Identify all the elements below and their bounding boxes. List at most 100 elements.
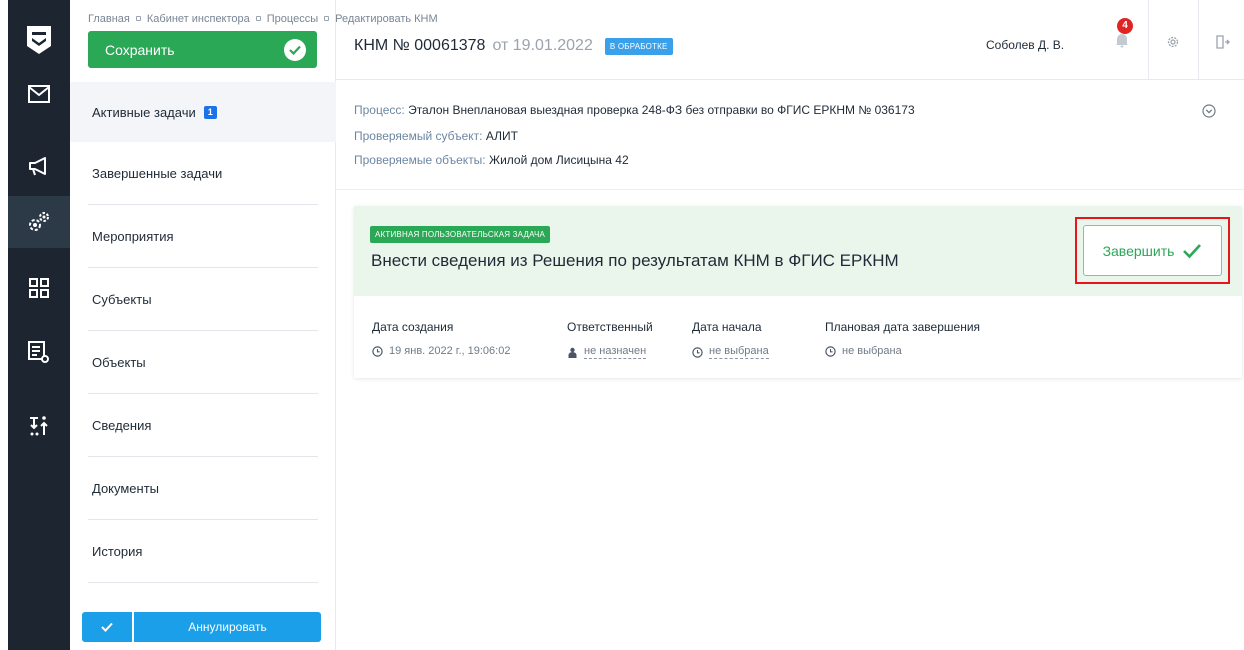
notifications-button[interactable]: 4	[1109, 18, 1139, 62]
annul-button[interactable]: Аннулировать	[134, 612, 321, 642]
expand-button[interactable]	[1202, 104, 1216, 123]
gear-icon	[1167, 36, 1179, 48]
menu-item-history[interactable]: История	[70, 520, 336, 583]
rail-item-reports[interactable]	[8, 326, 70, 378]
rail-item-processes[interactable]	[8, 196, 70, 248]
status-badge: В ОБРАБОТКЕ	[604, 37, 673, 55]
breadcrumb-item-home[interactable]: Главная	[88, 13, 130, 25]
menu-item-label: Документы	[92, 481, 160, 496]
subject-line: Проверяемый субъект: АЛИТ	[354, 129, 518, 143]
megaphone-icon	[29, 157, 46, 176]
finish-button-highlight: Завершить	[1075, 217, 1230, 284]
confirm-check-button[interactable]	[82, 612, 134, 642]
title-date: от 19.01.2022	[492, 37, 593, 54]
clock-icon	[372, 345, 383, 357]
responsible-label: Ответственный	[567, 320, 653, 334]
logout-icon	[1216, 35, 1230, 49]
check-icon	[101, 622, 113, 632]
breadcrumb-item-cabinet[interactable]: Кабинет инспектора	[147, 13, 250, 25]
annul-button-group: Аннулировать	[82, 612, 321, 642]
created-date: 19 янв. 2022 г., 19:06:02	[389, 345, 511, 357]
user-icon	[568, 347, 577, 358]
divider	[1198, 0, 1199, 80]
breadcrumb-separator-icon	[324, 16, 330, 22]
process-info: Процесс: Эталон Внеплановая выездная про…	[336, 80, 1244, 190]
finish-button-label: Завершить	[1102, 242, 1175, 259]
save-button[interactable]: Сохранить	[88, 31, 317, 68]
title-number: КНМ № 00061378	[354, 37, 486, 54]
logout-button[interactable]	[1216, 35, 1230, 54]
menu-item-events[interactable]: Мероприятия	[70, 205, 336, 268]
menu-item-documents[interactable]: Документы	[70, 457, 336, 520]
icon-rail	[8, 0, 70, 650]
menu-item-completed-tasks[interactable]: Завершенные задачи	[70, 142, 336, 205]
objects-line: Проверяемые объекты: Жилой дом Лисицына …	[354, 153, 629, 167]
subject-value: АЛИТ	[485, 129, 518, 143]
menu-item-label: Сведения	[92, 418, 152, 433]
breadcrumb-separator-icon	[255, 16, 261, 22]
bell-icon	[1116, 34, 1128, 48]
menu-item-label: Мероприятия	[92, 229, 174, 244]
divider	[88, 582, 318, 583]
section-sidebar: Сохранить Активные задачи 1 Завершенные …	[70, 0, 336, 650]
rail-item-transfer[interactable]	[8, 400, 70, 452]
planned-end-text: не выбрана	[842, 345, 902, 357]
created-label: Дата создания	[372, 320, 454, 334]
menu-item-active-tasks[interactable]: Активные задачи 1	[70, 82, 336, 142]
objects-value: Жилой дом Лисицына 42	[489, 153, 629, 167]
task-card: АКТИВНАЯ ПОЛЬЗОВАТЕЛЬСКАЯ ЗАДАЧА Внести …	[354, 206, 1242, 378]
task-card-header: АКТИВНАЯ ПОЛЬЗОВАТЕЛЬСКАЯ ЗАДАЧА Внести …	[354, 206, 1242, 296]
responsible-link[interactable]: не назначен	[584, 345, 647, 359]
clock-icon	[825, 345, 836, 357]
page-header: Главная Кабинет инспектора Процессы Редакти…	[88, 0, 1244, 80]
rail-item-dashboard[interactable]	[8, 262, 70, 314]
sort-transfer-icon	[30, 416, 48, 436]
divider	[1148, 0, 1149, 80]
objects-key: Проверяемые объекты:	[354, 153, 486, 167]
start-date-link[interactable]: не выбрана	[709, 345, 769, 359]
check-circle-icon	[284, 38, 306, 61]
created-value: 19 янв. 2022 г., 19:06:02	[372, 345, 510, 357]
start-date-label: Дата начала	[692, 320, 762, 334]
menu-item-subjects[interactable]: Субъекты	[70, 268, 336, 331]
task-title: Внести сведения из Решения по результата…	[371, 251, 899, 270]
menu-item-label: Активные задачи	[92, 104, 196, 120]
menu-item-label: Завершенные задачи	[92, 166, 223, 181]
planned-end-label: Плановая дата завершения	[825, 320, 981, 334]
menu-item-label: Объекты	[92, 355, 146, 370]
gears-icon	[29, 212, 49, 231]
start-date-value[interactable]: не выбрана	[692, 345, 769, 359]
task-status-badge: АКТИВНАЯ ПОЛЬЗОВАТЕЛЬСКАЯ ЗАДАЧА	[370, 226, 551, 243]
breadcrumb-separator-icon	[135, 16, 141, 22]
clock-icon	[692, 346, 703, 358]
count-badge: 1	[203, 105, 217, 119]
mail-icon	[28, 85, 50, 103]
menu-item-info[interactable]: Сведения	[70, 394, 336, 457]
menu-item-label: История	[92, 544, 143, 559]
responsible-value[interactable]: не назначен	[567, 345, 647, 359]
page-title: КНМ № 00061378 от 19.01.2022 В ОБРАБОТКЕ	[354, 37, 673, 55]
breadcrumb-item-current: Редактировать КНМ	[335, 13, 438, 25]
chevron-down-circle-icon	[1202, 104, 1216, 118]
breadcrumb: Главная Кабинет инспектора Процессы Редакти…	[88, 13, 438, 25]
user-name[interactable]: Соболев Д. В.	[986, 38, 1064, 52]
planned-end-value[interactable]: не выбрана	[825, 345, 902, 357]
shield-logo-icon	[27, 26, 51, 54]
check-icon	[1183, 243, 1202, 258]
save-button-label: Сохранить	[105, 41, 175, 58]
rail-item-mail[interactable]	[8, 68, 70, 120]
process-value: Эталон Внеплановая выездная проверка 248…	[408, 103, 915, 117]
settings-button[interactable]	[1166, 35, 1180, 54]
section-menu: Активные задачи 1 Завершенные задачи Мер…	[70, 82, 336, 583]
dashboard-icon	[29, 278, 49, 298]
subject-key: Проверяемый субъект:	[354, 129, 483, 143]
process-key: Процесс:	[354, 103, 405, 117]
report-search-icon	[28, 341, 49, 363]
menu-item-objects[interactable]: Объекты	[70, 331, 336, 394]
breadcrumb-item-processes[interactable]: Процессы	[267, 13, 318, 25]
rail-item-announcements[interactable]	[8, 140, 70, 192]
menu-item-label: Субъекты	[92, 292, 152, 307]
process-line: Процесс: Эталон Внеплановая выездная про…	[354, 103, 915, 117]
finish-button[interactable]: Завершить	[1083, 225, 1222, 276]
notification-count: 4	[1117, 18, 1133, 34]
